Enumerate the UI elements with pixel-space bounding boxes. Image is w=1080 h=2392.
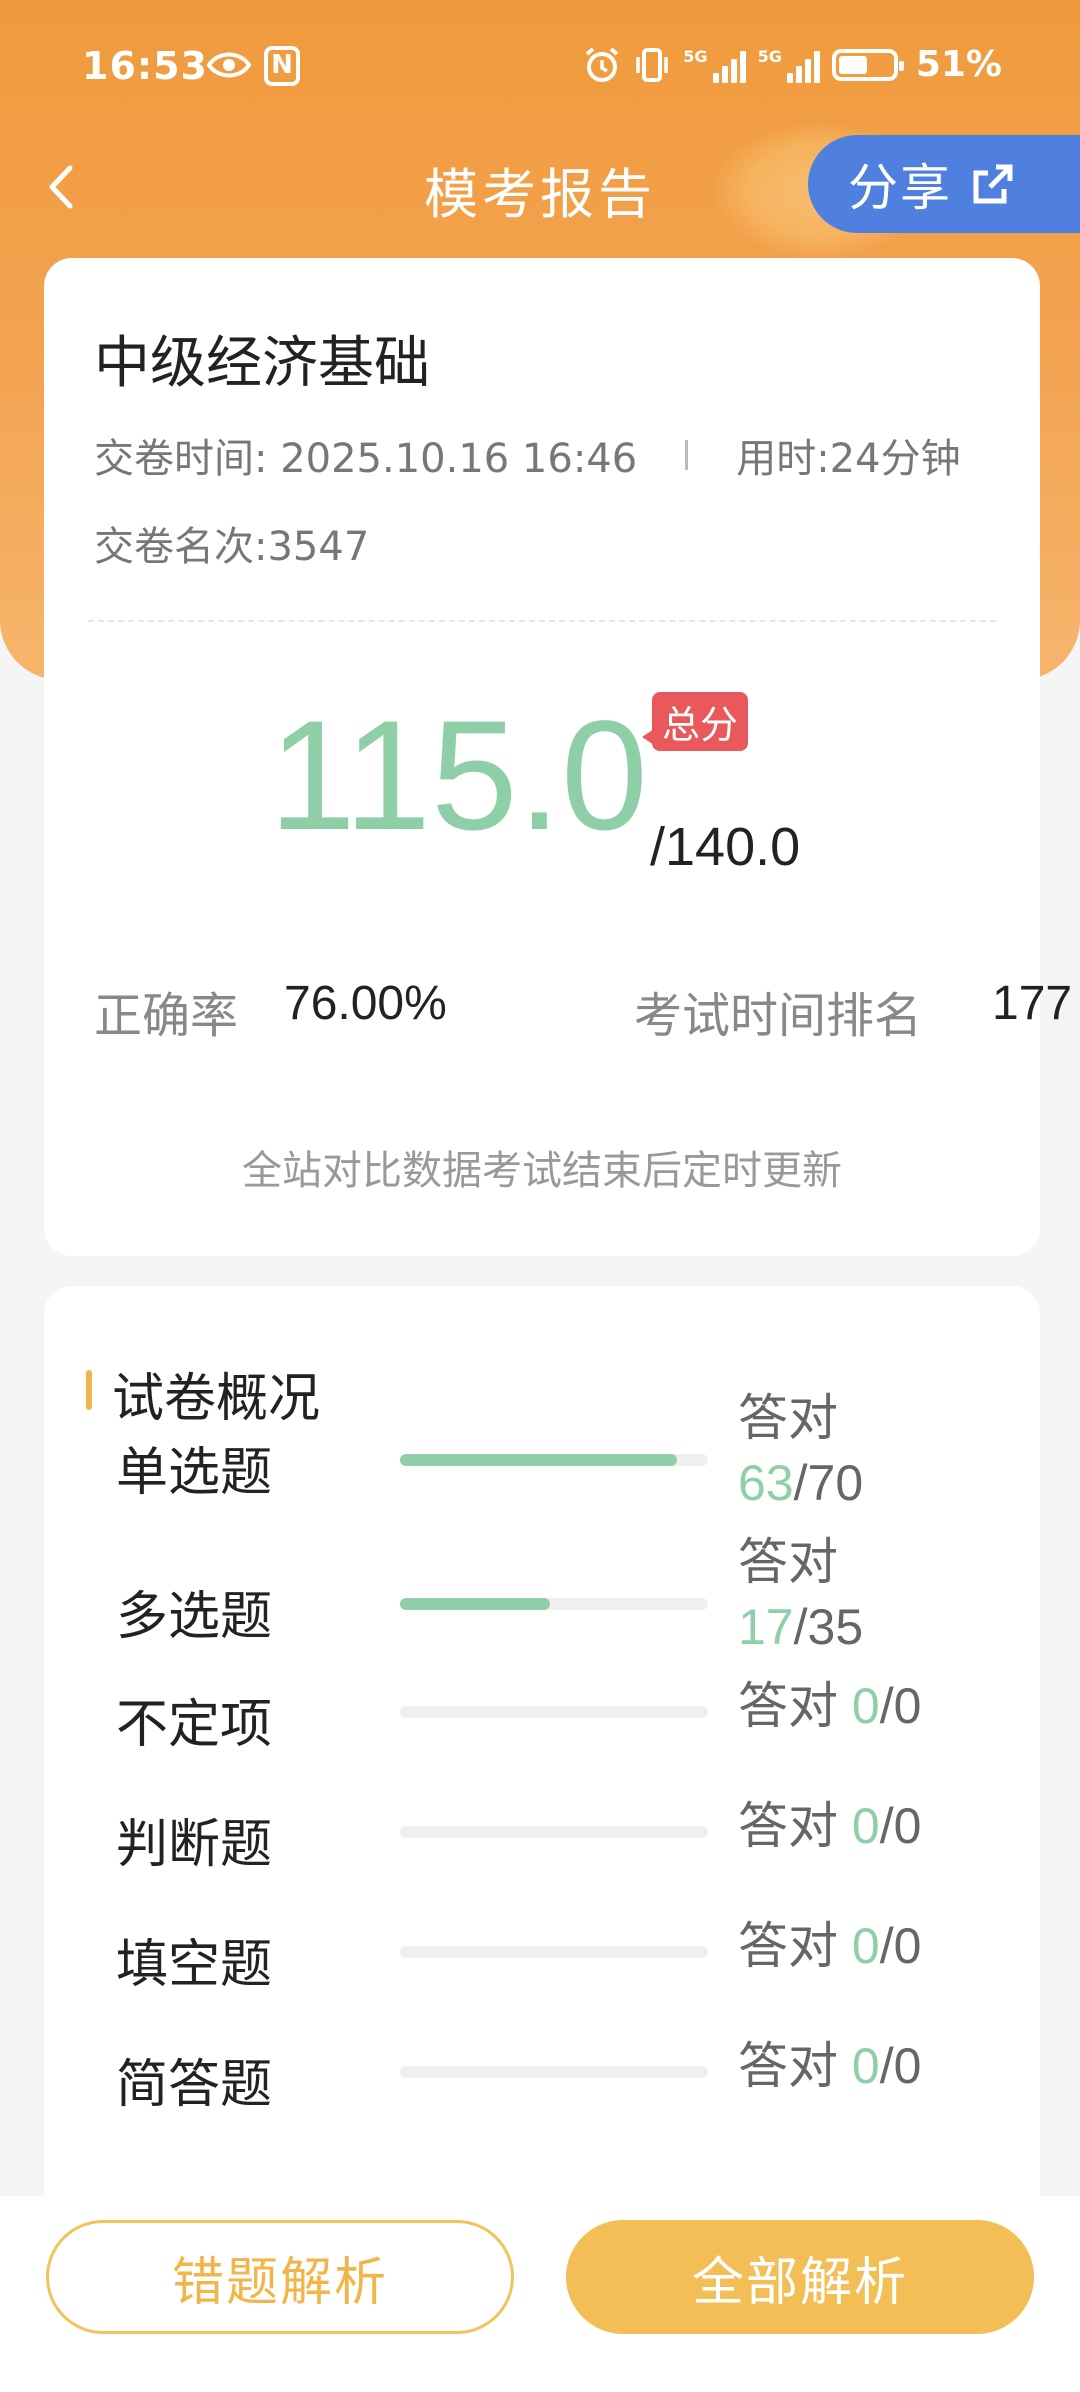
progress-track (400, 1598, 708, 1610)
progress-track (400, 2066, 708, 2078)
meta-divider (685, 440, 689, 470)
progress-track (400, 1706, 708, 1718)
answered-label: 答对 (738, 2038, 838, 2094)
nfc-icon: N (264, 46, 300, 86)
question-type-name: 单选题 (116, 1443, 273, 1503)
correct-count: 答对 0/0 (738, 1794, 921, 1859)
accuracy-label: 正确率 (94, 988, 239, 1044)
signal-1-icon: 5G (683, 47, 746, 83)
total-value: /0 (879, 1798, 922, 1854)
question-type-name: 不定项 (116, 1695, 273, 1755)
question-type-name: 判断题 (116, 1815, 273, 1875)
total-value: /70 (793, 1455, 864, 1511)
question-type-row: 填空题 答对 0/0 (44, 1918, 1040, 2042)
wrong-analysis-button[interactable]: 错题解析 (46, 2220, 514, 2334)
score-value: 115.0 (269, 689, 648, 863)
overview-card: 试卷概况 单选题 答对 63/70 多选题 答对 17/35 不定项 答对 0/0 判断题 答对 … (44, 1286, 1040, 2236)
correct-value: 0 (851, 1798, 880, 1854)
signal-2-icon: 5G (758, 47, 820, 83)
correct-value: 63 (738, 1455, 794, 1511)
score-card: 中级经济基础 交卷时间: 2025.10.16 16:46 用时:24分钟 交卷… (44, 258, 1072, 1256)
correct-value: 0 (851, 1918, 880, 1974)
answered-label: 答对 (738, 1678, 838, 1734)
answered-label: 答对 (738, 1534, 838, 1590)
correct-value: 0 (851, 1678, 880, 1734)
total-value: /0 (879, 1678, 922, 1734)
score-total: /140.0 (650, 817, 801, 877)
question-type-row: 单选题 答对 63/70 (44, 1390, 1040, 1514)
all-analysis-button[interactable]: 全部解析 (566, 2220, 1034, 2334)
correct-count: 答对 63/70 (738, 1386, 863, 1516)
progress-track (400, 1454, 708, 1466)
submit-rank: 交卷名次:3547 (94, 524, 370, 570)
answered-label: 答对 (738, 1798, 838, 1854)
external-link-icon (973, 164, 1013, 204)
share-button[interactable]: 分享 (808, 135, 1080, 233)
eye-icon (206, 52, 252, 78)
question-type-row: 多选题 答对 17/35 (44, 1534, 1040, 1658)
total-badge: 总分 (641, 692, 749, 751)
question-type-row: 判断题 答对 0/0 (44, 1798, 1040, 1922)
answered-label: 答对 (738, 1918, 838, 1974)
status-icons: 5G 5G 51% (583, 44, 1002, 85)
accuracy-value: 76.00% (284, 977, 447, 1030)
submit-meta: 交卷时间: 2025.10.16 16:46 用时:24分钟 (94, 426, 961, 484)
rank-value: 177 (992, 977, 1073, 1030)
progress-track (400, 1946, 708, 1958)
correct-value: 17 (738, 1599, 794, 1655)
answered-label: 答对 (738, 1390, 838, 1446)
question-type-name: 简答题 (116, 2055, 273, 2115)
alarm-icon (586, 46, 619, 82)
exam-name: 中级经济基础 (94, 331, 430, 396)
question-type-row: 简答题 答对 0/0 (44, 2038, 1040, 2162)
correct-value: 0 (851, 2038, 880, 2094)
correct-count: 答对 0/0 (738, 1674, 921, 1739)
total-value: /35 (793, 1599, 864, 1655)
progress-track (400, 1826, 708, 1838)
progress-fill (400, 1454, 678, 1466)
correct-count: 答对 0/0 (738, 1914, 921, 1979)
correct-count: 答对 0/0 (738, 2034, 921, 2099)
update-note: 全站对比数据考试结束后定时更新 (242, 1148, 842, 1194)
submit-time: 交卷时间: 2025.10.16 16:46 (94, 436, 638, 482)
total-value: /0 (879, 1918, 922, 1974)
question-type-name: 多选题 (116, 1587, 273, 1647)
question-type-name: 填空题 (116, 1935, 273, 1995)
share-label: 分享 (848, 159, 952, 217)
bottom-action-bar: 错题解析 全部解析 (0, 2196, 1080, 2392)
dashed-divider (88, 620, 996, 622)
vibrate-icon (636, 47, 669, 82)
correct-count: 答对 17/35 (738, 1530, 863, 1660)
rank-label: 考试时间排名 (634, 988, 923, 1044)
battery-icon (831, 48, 904, 81)
duration: 用时:24分钟 (736, 436, 961, 482)
status-time: 16:53 (82, 44, 208, 88)
progress-fill (400, 1598, 550, 1610)
question-type-row: 不定项 答对 0/0 (44, 1678, 1040, 1802)
battery-percent: 51% (915, 44, 1002, 85)
status-bar: 16:53 N 5G 5G 51% (0, 0, 1080, 140)
total-value: /0 (879, 2038, 922, 2094)
score-display: 115.0 总分 /140.0 (44, 689, 1040, 898)
nav-bar: 模考报告 分享 (0, 135, 1080, 233)
